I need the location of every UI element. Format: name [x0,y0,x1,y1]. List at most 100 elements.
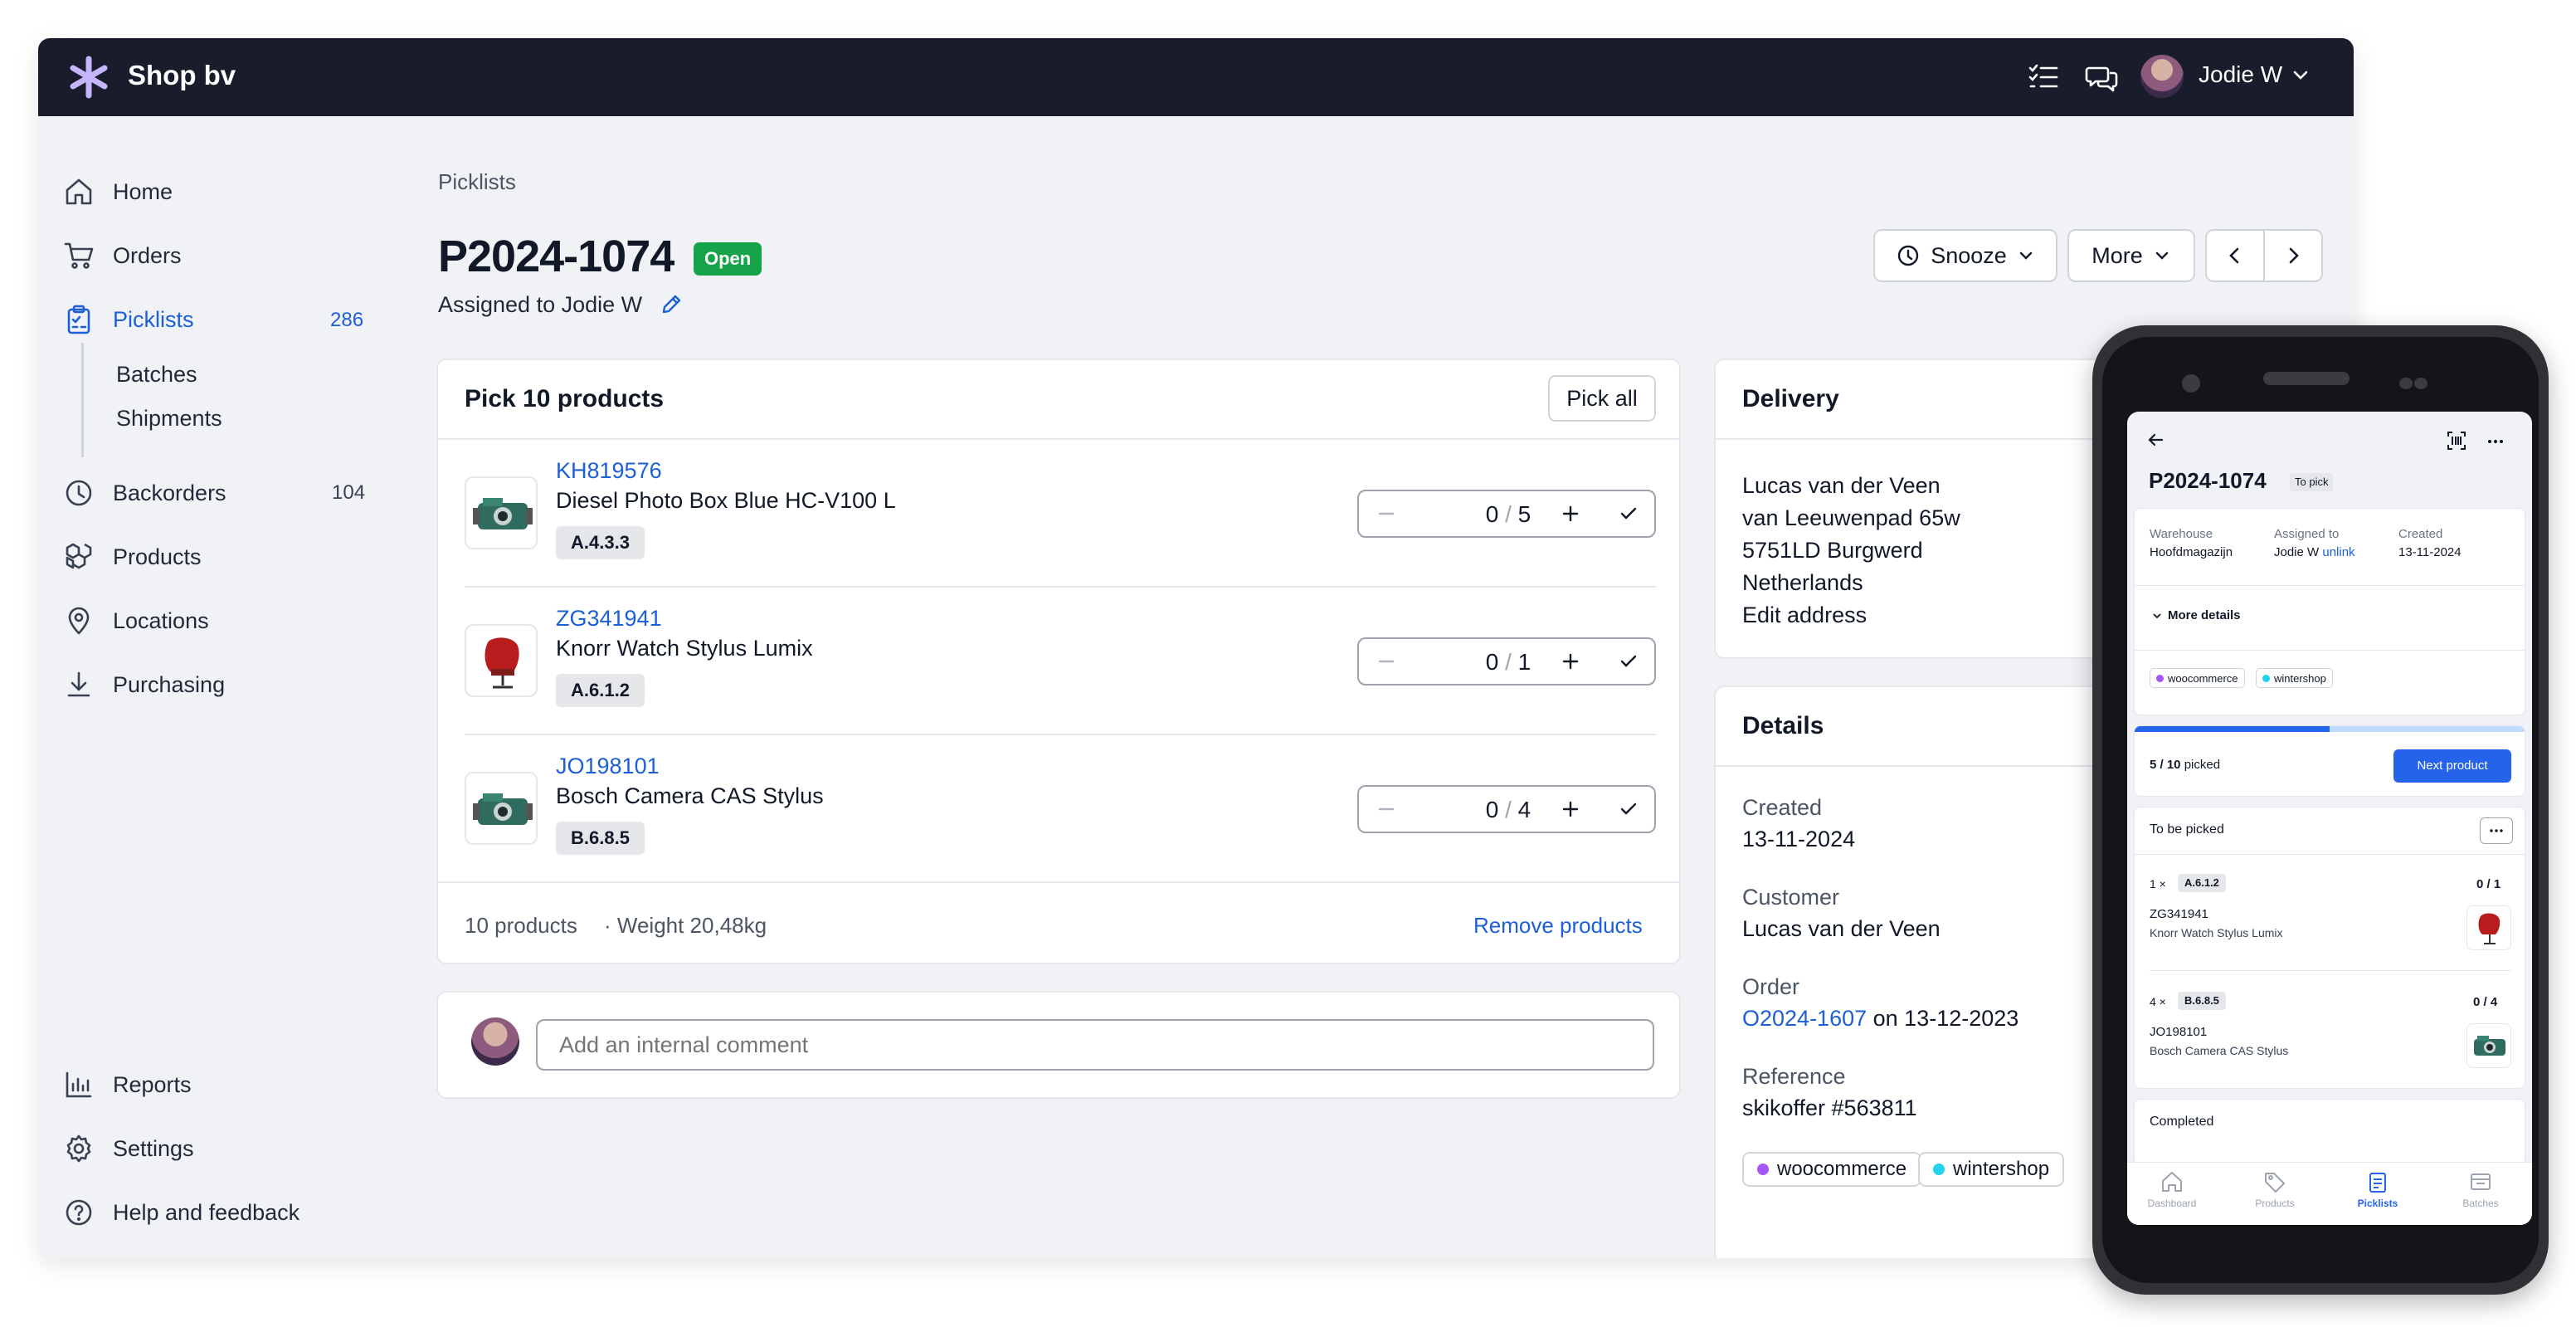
sidebar-item-home[interactable]: Home [63,171,173,212]
snooze-button[interactable]: Snooze [1873,229,2057,282]
mobile-item-sku: JO198101 [2150,1025,2208,1039]
plus-icon[interactable] [1558,649,1583,674]
quantity-display: 0 / 5 [1485,501,1531,527]
sidebar-item-help[interactable]: Help and feedback [63,1192,299,1233]
sidebar-item-orders[interactable]: Orders [63,235,182,276]
to-pick-menu-button[interactable] [2480,817,2513,844]
tasks-icon[interactable] [2026,60,2061,95]
order-link[interactable]: O2024-1607 [1742,1006,1867,1031]
customer-link[interactable]: Lucas van der Veen [1742,916,1941,942]
tab-batches[interactable]: Batches [2439,1169,2522,1209]
sidebar-item-products[interactable]: Products [63,536,202,578]
app-window: Shop bv Jodie W Home Orders Picklists 28… [38,38,2354,1258]
divider [465,734,1656,735]
phone-mockup: P2024-1074 To pick Warehouse Hoofdmagazi… [2092,325,2549,1295]
picked-count: 5 / 10 picked [2150,758,2221,772]
top-bar: Shop bv Jodie W [38,38,2354,116]
divider [2150,970,2511,971]
mobile-location-badge: A.6.1.2 [2178,874,2226,892]
tab-dashboard[interactable]: Dashboard [2130,1169,2213,1209]
camera-image-icon [2474,1036,2505,1056]
plus-icon[interactable] [1558,501,1583,526]
sidebar-item-label: Orders [113,242,182,268]
sidebar-item-shipments[interactable]: Shipments [116,406,222,432]
sidebar-item-backorders[interactable]: Backorders [63,472,226,514]
pencil-icon[interactable] [659,292,684,317]
sidebar-item-settings[interactable]: Settings [63,1128,194,1169]
divider [438,438,1679,440]
check-icon[interactable] [1616,649,1641,674]
progress-track [2135,726,2525,732]
mobile-tag-wintershop[interactable]: wintershop [2256,668,2333,688]
delivery-title: Delivery [1742,385,1839,412]
product-sku-link[interactable]: KH819576 [556,458,662,484]
previous-button[interactable] [2205,229,2265,282]
quantity-stepper[interactable]: 0 / 4 [1357,785,1656,833]
next-product-button[interactable]: Next product [2393,749,2511,783]
sensor-dot [2399,378,2413,389]
barcode-scan-icon[interactable] [2446,430,2467,451]
user-name[interactable]: Jodie W [2199,61,2282,88]
divider [465,586,1656,588]
plus-icon[interactable] [1558,797,1583,822]
mobile-product-thumbnail [2466,1023,2511,1068]
unlink-link[interactable]: unlink [2322,545,2354,559]
edit-address-link[interactable]: Edit address [1742,599,1867,632]
sidebar-item-label: Locations [113,607,209,633]
assigned-text: Assigned to Jodie W [438,292,643,317]
mobile-item-name: Bosch Camera CAS Stylus [2150,1044,2289,1057]
tab-products[interactable]: Products [2233,1169,2316,1209]
breadcrumb[interactable]: Picklists [438,169,516,195]
minus-icon[interactable] [1374,501,1399,526]
sidebar-item-reports[interactable]: Reports [63,1064,192,1105]
tag-woocommerce[interactable]: woocommerce [1742,1152,1922,1187]
pick-products-card: Pick 10 products Pick all KH819576 Diese… [436,359,1681,964]
mobile-item-sku: ZG341941 [2150,907,2208,921]
check-icon[interactable] [1616,797,1641,822]
chat-icon[interactable] [2084,60,2119,95]
sidebar-item-purchasing[interactable]: Purchasing [63,664,225,705]
back-arrow-icon[interactable] [2145,430,2165,450]
sidebar-item-label: Products [113,544,202,569]
sidebar-item-picklists[interactable]: Picklists [63,299,194,340]
mobile-tag-woocommerce[interactable]: woocommerce [2150,668,2245,688]
more-button[interactable]: More [2067,229,2195,282]
tag-label: wintershop [1953,1158,2050,1180]
order-value: O2024-1607 on 13-12-2023 [1742,1006,2019,1031]
tag-wintershop[interactable]: wintershop [1918,1152,2065,1187]
more-options-icon[interactable] [2486,432,2505,451]
user-avatar[interactable] [2140,55,2184,98]
to-be-picked-title: To be picked [2150,822,2224,837]
gear-icon [66,1134,91,1163]
remove-products-link[interactable]: Remove products [1473,913,1643,939]
product-sku-link[interactable]: JO198101 [556,754,660,779]
tag-dot [1757,1164,1769,1175]
backorders-count: 104 [332,481,366,504]
minus-icon[interactable] [1374,797,1399,822]
tag-dot [1933,1164,1945,1175]
quantity-stepper[interactable]: 0 / 5 [1357,490,1656,538]
created-value: 13-11-2024 [1742,827,1856,851]
quantity-stepper[interactable]: 0 / 1 [1357,637,1656,685]
page-title: P2024-1074 [438,232,674,281]
sidebar-item-locations[interactable]: Locations [63,600,209,642]
divider [2135,650,2525,651]
mobile-to-pick-card: To be picked 1 × A.6.1.2 0 / 1 ZG341941 … [2134,807,2525,1089]
divider [438,881,1679,883]
chevron-down-icon[interactable] [2290,65,2311,86]
cart-icon [64,242,94,269]
more-details-toggle[interactable]: More details [2168,608,2241,622]
pick-title: Pick 10 products [465,385,665,412]
product-sku-link[interactable]: ZG341941 [556,606,662,632]
chevron-down-icon[interactable] [2151,610,2163,622]
next-button[interactable] [2263,229,2323,282]
check-icon[interactable] [1616,501,1641,526]
pick-all-button[interactable]: Pick all [1548,375,1656,422]
minus-icon[interactable] [1374,649,1399,674]
tab-picklists[interactable]: Picklists [2336,1169,2419,1209]
sidebar-item-label: Settings [113,1135,194,1161]
customer-label: Customer [1742,885,1840,910]
sidebar-item-label: Home [113,178,173,204]
sidebar-item-batches[interactable]: Batches [116,362,197,388]
comment-input[interactable] [536,1019,1654,1071]
